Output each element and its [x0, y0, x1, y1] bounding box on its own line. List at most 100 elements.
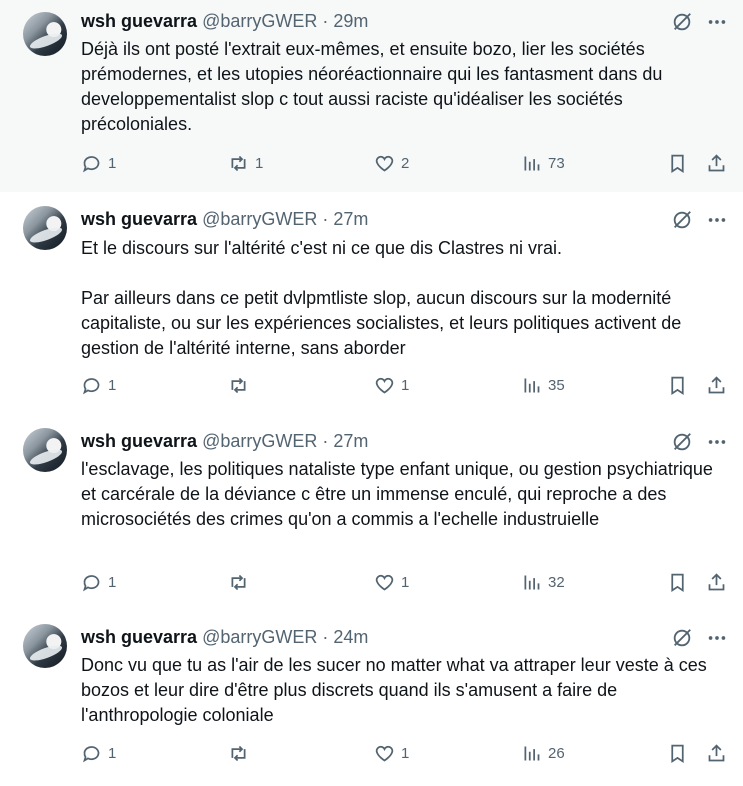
tweet-text: Donc vu que tu as l'air de les sucer no …	[81, 655, 712, 725]
tweet-header: wsh guevarra @barryGWER · 27m	[81, 430, 368, 452]
tweet-header: wsh guevarra @barryGWER · 27m	[81, 208, 368, 230]
bookmark-button[interactable]	[667, 572, 688, 593]
avatar[interactable]	[23, 206, 67, 250]
author-name[interactable]: wsh guevarra	[81, 431, 197, 451]
views-count: 35	[548, 377, 565, 394]
grok-slash-icon[interactable]	[671, 627, 693, 649]
reply-bubble-icon	[83, 575, 100, 592]
repost-arrows-icon	[231, 574, 246, 591]
timestamp[interactable]: 24m	[333, 627, 368, 647]
bookmark-button[interactable]	[667, 153, 688, 174]
more-dots-icon[interactable]	[706, 209, 728, 231]
timestamp[interactable]: 29m	[333, 11, 368, 31]
views-button[interactable]: 26	[521, 743, 565, 764]
views-bars-icon	[524, 378, 540, 393]
reply-button[interactable]: 1	[81, 743, 116, 764]
repost-button[interactable]	[228, 375, 255, 396]
author-handle[interactable]: @barryGWER	[202, 11, 317, 31]
tweet[interactable]: wsh guevarra @barryGWER · 27m Et le disc…	[0, 192, 743, 414]
grok-slash-icon[interactable]	[671, 431, 693, 453]
repost-arrows-icon	[231, 155, 246, 172]
timestamp[interactable]: 27m	[333, 209, 368, 229]
reply-count: 1	[108, 745, 117, 762]
like-count: 1	[401, 745, 410, 762]
reply-bubble-icon	[83, 746, 100, 763]
views-button[interactable]: 32	[521, 572, 565, 593]
reply-count: 1	[108, 155, 117, 172]
repost-button[interactable]	[228, 743, 255, 764]
bookmark-button[interactable]	[667, 743, 688, 764]
repost-button[interactable]: 1	[228, 153, 263, 174]
tweet[interactable]: wsh guevarra @barryGWER · 24m Donc vu qu…	[0, 610, 743, 786]
reply-button[interactable]: 1	[81, 153, 116, 174]
avatar[interactable]	[23, 624, 67, 668]
more-dots-icon[interactable]	[706, 431, 728, 453]
share-icon	[708, 154, 725, 172]
views-count: 73	[548, 155, 565, 172]
more-dots-icon[interactable]	[706, 11, 728, 33]
views-bars-icon	[524, 746, 540, 761]
views-button[interactable]: 73	[521, 153, 565, 174]
author-handle[interactable]: @barryGWER	[202, 431, 317, 451]
like-button[interactable]: 1	[374, 375, 409, 396]
separator: ·	[317, 11, 334, 31]
repost-button[interactable]	[228, 572, 255, 593]
author-handle[interactable]: @barryGWER	[202, 627, 317, 647]
share-button[interactable]	[706, 153, 727, 174]
grok-slash-icon[interactable]	[671, 11, 693, 33]
author-handle[interactable]: @barryGWER	[202, 209, 317, 229]
separator: ·	[317, 209, 334, 229]
bookmark-button[interactable]	[667, 375, 688, 396]
author-name[interactable]: wsh guevarra	[81, 11, 197, 31]
reply-button[interactable]: 1	[81, 375, 116, 396]
heart-icon	[375, 155, 394, 172]
tweet-header: wsh guevarra @barryGWER · 29m	[81, 10, 368, 32]
avatar[interactable]	[23, 428, 67, 472]
heart-icon	[375, 377, 394, 394]
action-bar: 1 1 2 73	[0, 153, 743, 177]
like-button[interactable]: 2	[374, 153, 409, 174]
reply-bubble-icon	[83, 156, 100, 173]
views-bars-icon	[524, 575, 540, 590]
separator: ·	[317, 431, 334, 451]
timestamp[interactable]: 27m	[333, 431, 368, 451]
like-button[interactable]: 1	[374, 743, 409, 764]
views-button[interactable]: 35	[521, 375, 565, 396]
bookmark-icon	[671, 573, 684, 593]
heart-icon	[375, 745, 394, 762]
share-icon	[708, 744, 725, 762]
heart-icon	[375, 574, 394, 591]
bookmark-icon	[671, 154, 684, 174]
share-icon	[708, 376, 725, 394]
tweet-header: wsh guevarra @barryGWER · 24m	[81, 626, 368, 648]
share-button[interactable]	[706, 572, 727, 593]
share-button[interactable]	[706, 743, 727, 764]
grok-slash-icon[interactable]	[671, 209, 693, 231]
like-count: 1	[401, 574, 410, 591]
action-bar: 1 1 26	[0, 743, 743, 767]
repost-arrows-icon	[231, 377, 246, 394]
views-count: 26	[548, 745, 565, 762]
share-icon	[708, 573, 725, 591]
share-button[interactable]	[706, 375, 727, 396]
bookmark-icon	[671, 376, 684, 396]
avatar[interactable]	[23, 12, 67, 56]
tweet[interactable]: wsh guevarra @barryGWER · 29m Déjà ils o…	[0, 0, 743, 192]
author-name[interactable]: wsh guevarra	[81, 209, 197, 229]
tweet-text: l'esclavage, les politiques nataliste ty…	[81, 459, 718, 529]
repost-arrows-icon	[231, 745, 246, 762]
like-button[interactable]: 1	[374, 572, 409, 593]
like-count: 2	[401, 155, 410, 172]
tweet-text: Et le discours sur l'altérité c'est ni c…	[81, 238, 682, 358]
reply-count: 1	[108, 377, 117, 394]
repost-count: 1	[255, 155, 264, 172]
action-bar: 1 1 35	[0, 375, 743, 399]
reply-button[interactable]: 1	[81, 572, 116, 593]
tweet[interactable]: wsh guevarra @barryGWER · 27m l'esclavag…	[0, 414, 743, 610]
reply-bubble-icon	[83, 378, 100, 395]
reply-count: 1	[108, 574, 117, 591]
more-dots-icon[interactable]	[706, 627, 728, 649]
tweet-text: Déjà ils ont posté l'extrait eux-mêmes, …	[81, 39, 668, 134]
author-name[interactable]: wsh guevarra	[81, 627, 197, 647]
action-bar: 1 1 32	[0, 572, 743, 596]
